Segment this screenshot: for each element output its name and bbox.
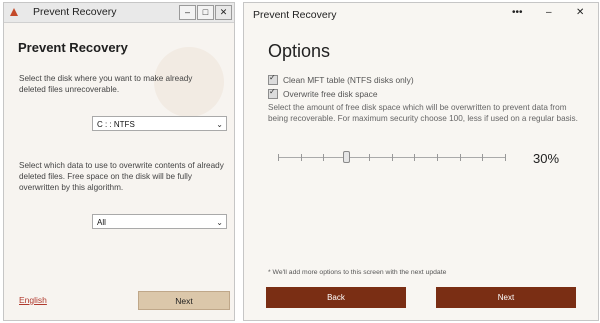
data-select-value: All: [97, 218, 106, 227]
disk-prompt: Select the disk where you want to make a…: [19, 74, 193, 94]
slider-description: Select the amount of free disk space whi…: [268, 103, 578, 123]
page-title: Prevent Recovery: [18, 40, 128, 55]
disk-select[interactable]: C : : NTFS ⌄: [92, 116, 227, 131]
maximize-button[interactable]: □: [197, 5, 214, 20]
slider-tick: [460, 154, 461, 161]
close-button[interactable]: ✕: [576, 7, 584, 18]
data-select[interactable]: All ⌄: [92, 214, 227, 229]
slider-tick: [414, 154, 415, 161]
option-clean-mft[interactable]: Clean MFT table (NTFS disks only): [268, 73, 414, 85]
slider-tick: [482, 154, 483, 161]
option-label: Clean MFT table (NTFS disks only): [283, 75, 414, 85]
option-overwrite-free-space[interactable]: Overwrite free disk space: [268, 87, 378, 99]
disk-select-value: C : : NTFS: [97, 120, 135, 129]
more-options-icon[interactable]: •••: [512, 7, 523, 18]
chevron-down-icon: ⌄: [216, 120, 223, 129]
slider-tick: [323, 154, 324, 161]
slider-tick: [278, 154, 279, 161]
options-heading: Options: [268, 41, 331, 61]
prevent-recovery-window-right: Prevent Recovery ••• – ✕ Options Clean M…: [243, 2, 599, 321]
close-button[interactable]: ✕: [215, 5, 232, 20]
slider-tick: [369, 154, 370, 161]
slider-tick: [505, 154, 506, 161]
window-title: Prevent Recovery: [33, 6, 117, 18]
title-bar: Prevent Recovery – □ ✕: [4, 3, 234, 23]
option-label: Overwrite free disk space: [283, 89, 378, 99]
footnote: * We'll add more options to this screen …: [268, 269, 447, 276]
chevron-down-icon: ⌄: [216, 218, 223, 227]
slider-tick: [301, 154, 302, 161]
main-panel: Prevent Recovery Select the disk where y…: [4, 23, 234, 320]
app-icon: [8, 6, 20, 18]
data-prompt: Select which data to use to overwrite co…: [19, 161, 224, 192]
percent-value: 30%: [533, 151, 560, 166]
slider-tick: [392, 154, 393, 161]
slider-thumb[interactable]: [343, 151, 350, 163]
back-button[interactable]: Back: [266, 287, 406, 308]
minimize-button[interactable]: –: [546, 7, 552, 18]
prevent-recovery-window-left: Prevent Recovery – □ ✕ Prevent Recovery …: [3, 2, 235, 321]
next-button[interactable]: Next: [138, 291, 230, 310]
next-button[interactable]: Next: [436, 287, 576, 308]
language-link[interactable]: English: [19, 295, 47, 305]
window-title: Prevent Recovery: [253, 9, 337, 21]
checkbox-checked-icon[interactable]: [268, 73, 278, 85]
checkbox-checked-icon[interactable]: [268, 87, 278, 99]
slider-tick: [437, 154, 438, 161]
free-space-slider[interactable]: [278, 151, 506, 163]
minimize-button[interactable]: –: [179, 5, 196, 20]
